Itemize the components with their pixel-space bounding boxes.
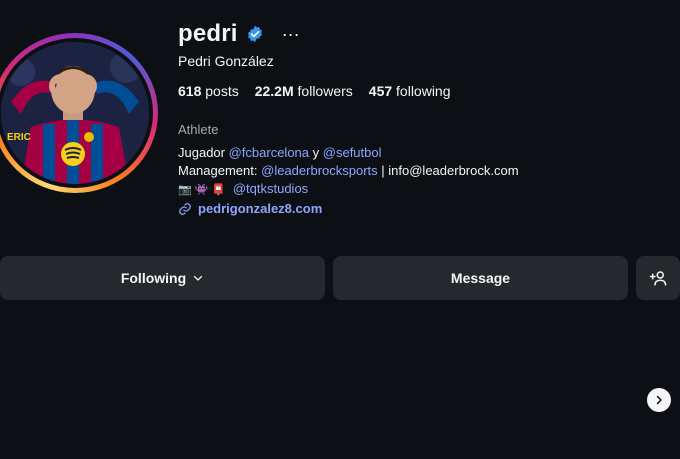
mention-leaderbrocksports[interactable]: @leaderbrocksports [261,163,378,178]
next-arrow-button[interactable] [647,388,671,412]
username: pedri [178,20,238,47]
posts-label: posts [205,83,239,99]
bio-line-3: 📷 👾 📮 @tqtkstudios [178,180,519,199]
followers-label: followers [297,83,353,99]
mention-sefutbol[interactable]: @sefutbol [323,145,382,160]
bio-line-1: Jugador @fcbarcelona y @sefutbol [178,144,519,162]
avatar[interactable]: ERIC [1,42,149,184]
chevron-down-icon [194,275,203,281]
bio-line1-mid: y [312,145,320,160]
more-options-icon[interactable]: ··· [282,25,300,43]
followers-stat[interactable]: 22.2M followers [255,83,353,99]
category-label: Athlete [178,122,219,137]
bio-line2-suffix: | info@leaderbrock.com [381,163,519,178]
full-name: Pedri González [178,53,274,69]
message-button[interactable]: Message [333,256,628,300]
profile-stats: 618 posts 22.2M followers 457 following [178,83,451,99]
followers-count: 22.2M [254,83,294,99]
bio-line2-prefix: Management: [178,163,258,178]
bio-line1-prefix: Jugador [178,145,225,160]
verified-badge-icon [247,25,262,43]
bio-line-2: Management: @leaderbrocksports | info@le… [178,162,519,180]
add-user-icon [649,271,667,286]
chevron-right-icon [656,395,662,405]
avatar-image: ERIC [1,42,149,184]
bio-emojis: 📷 👾 📮 [178,184,226,196]
following-label: following [396,83,451,99]
suggested-users-button[interactable] [636,256,680,300]
mention-tqtkstudios[interactable]: @tqtkstudios [233,181,308,196]
posts-stat[interactable]: 618 posts [178,83,239,99]
external-link[interactable]: pedrigonzalez8.com [178,201,322,216]
posts-count: 618 [178,83,202,99]
avatar-border: ERIC [0,38,153,188]
external-link-text: pedrigonzalez8.com [198,201,323,216]
following-count: 457 [368,83,393,99]
message-button-label: Message [450,270,511,286]
svg-text:ERIC: ERIC [7,132,31,143]
bio: Jugador @fcbarcelona y @sefutbol Managem… [178,144,519,199]
following-button-label: Following [120,270,187,286]
story-ring[interactable]: ERIC [0,33,158,193]
link-icon [179,202,191,215]
username-row: pedri ··· [178,20,300,48]
mention-fcbarcelona[interactable]: @fcbarcelona [229,145,309,160]
following-button[interactable]: Following [0,256,325,300]
following-stat[interactable]: 457 following [369,83,451,99]
